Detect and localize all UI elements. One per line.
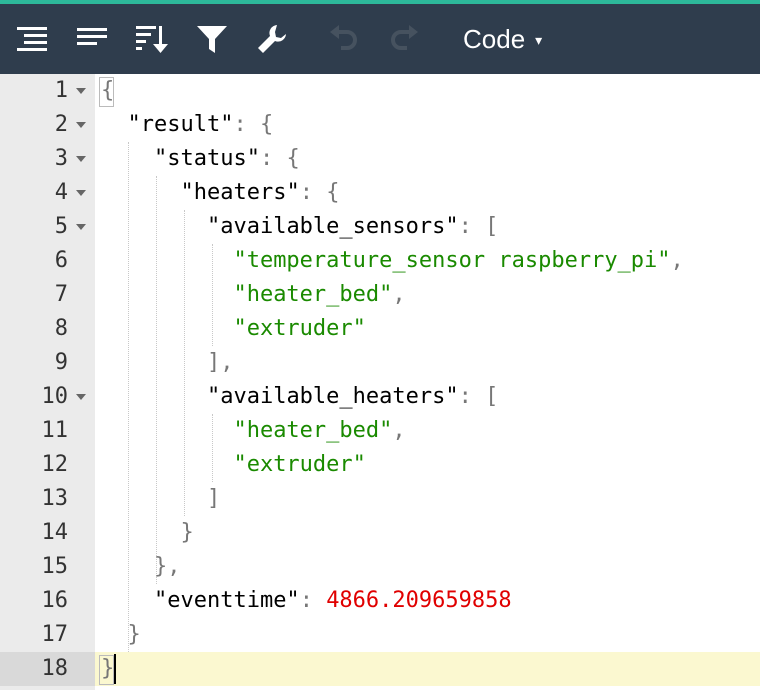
filter-button[interactable] [194, 21, 230, 57]
line-number: 4 [54, 180, 68, 205]
line-number: 8 [54, 316, 68, 341]
code-line: 3 "status": { [0, 142, 760, 176]
fold-toggle-icon[interactable] [76, 394, 86, 400]
json-key: "eventtime" [153, 588, 300, 613]
code-line: 5 "available_sensors": [ [0, 210, 760, 244]
code-line: 1 { [0, 74, 760, 108]
code-line: 14 } [0, 516, 760, 550]
code-line: 6 "temperature_sensor raspberry_pi", [0, 244, 760, 278]
line-number: 14 [41, 520, 69, 545]
json-number: 4866.209659858 [326, 588, 512, 613]
brace-open: { [101, 78, 115, 103]
line-number: 16 [41, 588, 69, 613]
line-number: 12 [41, 452, 69, 477]
undo-button[interactable] [326, 21, 362, 57]
compact-button[interactable] [74, 21, 110, 57]
code-line: 18 } [0, 652, 760, 686]
line-number: 10 [41, 384, 69, 409]
json-key: "result" [127, 112, 234, 137]
mode-label: Code [463, 23, 526, 54]
redo-icon [391, 25, 418, 50]
json-string: "extruder" [233, 452, 366, 477]
line-number: 15 [41, 554, 69, 579]
code-line: 7 "heater_bed", [0, 278, 760, 312]
toolbar: Code ▾ [0, 4, 760, 74]
fold-toggle-icon[interactable] [76, 190, 86, 196]
json-string: "heater_bed" [233, 282, 393, 307]
filter-icon [197, 26, 227, 53]
brace-close: } [101, 656, 115, 681]
sort-button[interactable] [134, 21, 170, 57]
json-string: "extruder" [233, 316, 366, 341]
repair-button[interactable] [254, 21, 290, 57]
code-line: 2 "result": { [0, 108, 760, 142]
code-line: 9 ], [0, 346, 760, 380]
code-line: 15 }, [0, 550, 760, 584]
json-key: "available_heaters" [206, 384, 459, 409]
code-line: 4 "heaters": { [0, 176, 760, 210]
format-icon [17, 27, 47, 51]
code-line: 11 "heater_bed", [0, 414, 760, 448]
line-number: 11 [41, 418, 69, 443]
line-number: 1 [54, 78, 68, 103]
undo-icon [330, 25, 357, 50]
line-number: 6 [54, 248, 68, 273]
line-number: 2 [54, 112, 68, 137]
json-key: "available_sensors" [206, 214, 459, 239]
fold-toggle-icon[interactable] [76, 88, 86, 94]
json-key: "heaters" [180, 180, 300, 205]
json-key: "status" [153, 146, 260, 171]
mode-selector[interactable]: Code ▾ [463, 21, 542, 57]
line-number: 9 [54, 350, 68, 375]
repair-icon [258, 25, 286, 53]
code-editor[interactable]: 1 { 2 "result": { 3 "status": { 4 "heate… [0, 74, 760, 690]
chevron-down-icon: ▾ [535, 31, 543, 48]
compact-icon [77, 28, 107, 45]
code-line: 16 "eventtime": 4866.209659858 [0, 584, 760, 618]
redo-button[interactable] [386, 21, 422, 57]
json-string: "heater_bed" [233, 418, 393, 443]
code-line: 8 "extruder" [0, 312, 760, 346]
fold-toggle-icon[interactable] [76, 156, 86, 162]
fold-toggle-icon[interactable] [76, 224, 86, 230]
line-number: 3 [54, 146, 68, 171]
json-string: "temperature_sensor raspberry_pi" [233, 248, 671, 273]
code-line: 13 ] [0, 482, 760, 516]
line-number: 17 [41, 622, 69, 647]
format-button[interactable] [14, 21, 50, 57]
line-number: 13 [41, 486, 69, 511]
code-line: 17 } [0, 618, 760, 652]
fold-toggle-icon[interactable] [76, 122, 86, 128]
line-number: 18 [41, 656, 69, 681]
code-line: 12 "extruder" [0, 448, 760, 482]
line-number: 5 [54, 214, 68, 239]
code-line: 10 "available_heaters": [ [0, 380, 760, 414]
line-number: 7 [54, 282, 68, 307]
sort-icon [136, 26, 168, 53]
